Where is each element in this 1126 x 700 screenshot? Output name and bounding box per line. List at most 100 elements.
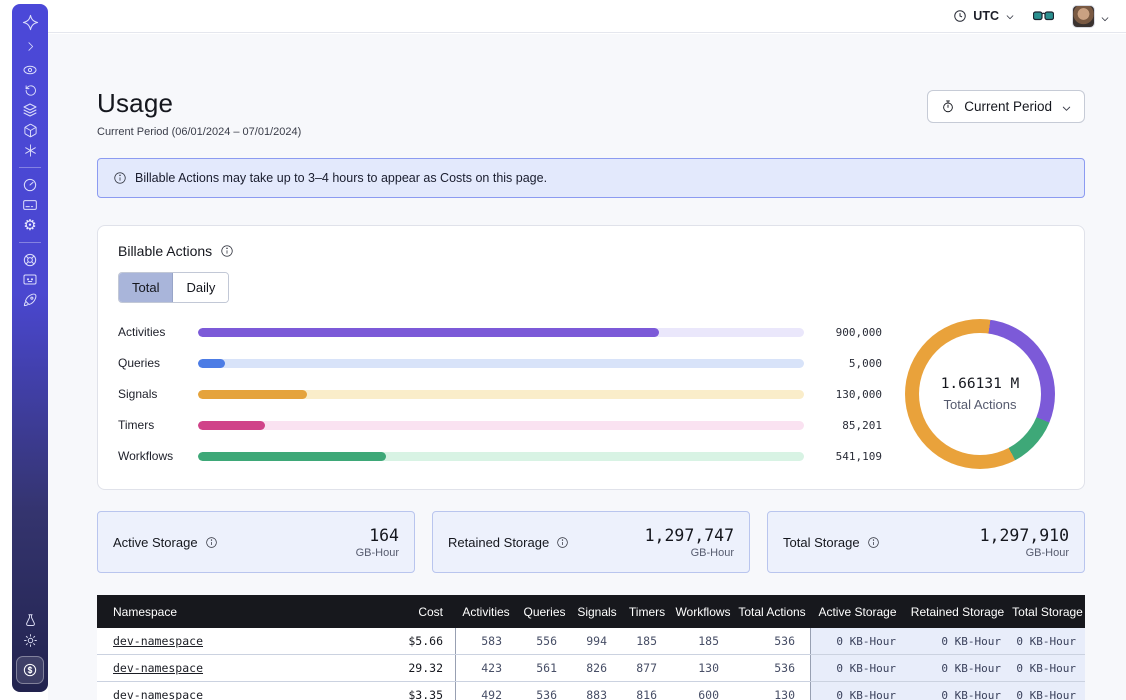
cell-workflows: 130 bbox=[672, 655, 734, 681]
settings-gear-icon[interactable]: ⚙ bbox=[19, 215, 41, 235]
col-header-active-storage: Active Storage bbox=[810, 595, 905, 628]
namespace-link[interactable]: dev-namespace bbox=[113, 661, 203, 675]
col-header-cost: Cost bbox=[358, 595, 455, 628]
period-dropdown-button[interactable]: Current Period bbox=[927, 90, 1085, 123]
bar-track bbox=[198, 421, 804, 430]
bar-fill bbox=[198, 359, 225, 368]
cell-total-storage: 0 KB-Hour bbox=[1010, 682, 1085, 700]
retained-storage-card: Retained Storage 1,297,747 GB-Hour bbox=[432, 511, 750, 573]
bar-fill bbox=[198, 328, 659, 337]
cell-queries: 561 bbox=[517, 655, 572, 681]
info-icon[interactable] bbox=[220, 244, 234, 258]
total-storage-value: 1,297,910 bbox=[980, 526, 1069, 545]
timezone-selector[interactable]: UTC bbox=[953, 9, 1015, 23]
bar-track bbox=[198, 452, 804, 461]
bar-value: 85,201 bbox=[818, 419, 882, 432]
cell-total-actions: 130 bbox=[734, 682, 810, 700]
glasses-icon[interactable] bbox=[1033, 10, 1054, 23]
bar-track bbox=[198, 359, 804, 368]
nexus-asterisk-icon[interactable] bbox=[19, 140, 41, 160]
cube-icon[interactable] bbox=[19, 120, 41, 140]
bar-label: Queries bbox=[118, 356, 184, 370]
bar-label: Workflows bbox=[118, 449, 184, 463]
banner-text: Billable Actions may take up to 3–4 hour… bbox=[135, 171, 547, 185]
bar-fill bbox=[198, 421, 265, 430]
bar-row-signals: Signals 130,000 bbox=[118, 387, 882, 401]
col-header-total-actions: Total Actions bbox=[734, 595, 810, 628]
tab-total[interactable]: Total bbox=[119, 273, 173, 302]
cell-retained-storage: 0 KB-Hour bbox=[905, 655, 1010, 681]
theme-sun-icon[interactable] bbox=[19, 630, 41, 650]
col-header-total-storage: Total Storage bbox=[1010, 595, 1085, 628]
costs-coin-button[interactable] bbox=[16, 656, 44, 684]
billing-card-icon[interactable] bbox=[19, 195, 41, 215]
sidebar-divider bbox=[19, 242, 41, 243]
rocket-icon[interactable] bbox=[19, 290, 41, 310]
cell-queries: 556 bbox=[517, 628, 572, 654]
info-icon[interactable] bbox=[556, 536, 569, 549]
cell-activities: 583 bbox=[455, 628, 517, 654]
total-daily-toggle: Total Daily bbox=[118, 272, 229, 303]
table-row: dev-namespace $5.66 583 556 994 185 185 … bbox=[97, 628, 1085, 655]
active-storage-value: 164 bbox=[356, 526, 399, 545]
retained-storage-value: 1,297,747 bbox=[645, 526, 734, 545]
table-row: dev-namespace 29.32 423 561 826 877 130 … bbox=[97, 655, 1085, 682]
support-lifebuoy-icon[interactable] bbox=[19, 250, 41, 270]
cell-queries: 536 bbox=[517, 682, 572, 700]
total-storage-card: Total Storage 1,297,910 GB-Hour bbox=[767, 511, 1085, 573]
info-icon[interactable] bbox=[867, 536, 880, 549]
main-content: Usage Current Period (06/01/2024 – 07/01… bbox=[48, 34, 1126, 700]
bar-fill bbox=[198, 452, 386, 461]
timezone-label: UTC bbox=[973, 9, 999, 23]
labs-flask-icon[interactable] bbox=[19, 610, 41, 630]
history-icon[interactable] bbox=[19, 80, 41, 100]
storage-unit: GB-Hour bbox=[356, 547, 399, 559]
sidebar-divider bbox=[19, 167, 41, 168]
active-storage-card: Active Storage 164 GB-Hour bbox=[97, 511, 415, 573]
namespace-link[interactable]: dev-namespace bbox=[113, 634, 203, 648]
total-storage-label: Total Storage bbox=[783, 535, 860, 550]
cell-total-actions: 536 bbox=[734, 655, 810, 681]
storage-cards: Active Storage 164 GB-Hour Retained Stor… bbox=[97, 511, 1085, 573]
bar-row-timers: Timers 85,201 bbox=[118, 418, 882, 432]
user-menu[interactable] bbox=[1072, 5, 1110, 28]
info-icon bbox=[113, 171, 127, 185]
col-header-activities: Activities bbox=[455, 595, 517, 628]
namespaces-eye-icon[interactable] bbox=[19, 60, 41, 80]
feedback-monitor-icon[interactable] bbox=[19, 270, 41, 290]
namespace-usage-table: Namespace Cost Activities Queries Signal… bbox=[97, 595, 1085, 700]
donut-total-value: 1.66131 M bbox=[941, 376, 1020, 392]
namespace-link[interactable]: dev-namespace bbox=[113, 688, 203, 700]
cell-active-storage: 0 KB-Hour bbox=[810, 655, 905, 681]
temporal-logo-icon[interactable] bbox=[19, 12, 41, 32]
sidebar: ⚙ bbox=[12, 4, 48, 692]
cell-total-actions: 536 bbox=[734, 628, 810, 654]
cell-retained-storage: 0 KB-Hour bbox=[905, 682, 1010, 700]
cell-total-storage: 0 KB-Hour bbox=[1010, 655, 1085, 681]
table-row: dev-namespace $3.35 492 536 883 816 600 … bbox=[97, 682, 1085, 700]
stopwatch-icon bbox=[941, 99, 955, 114]
billable-actions-title: Billable Actions bbox=[118, 243, 212, 259]
storage-unit: GB-Hour bbox=[980, 547, 1069, 559]
avatar bbox=[1072, 5, 1095, 28]
col-header-namespace: Namespace bbox=[97, 595, 358, 628]
period-button-label: Current Period bbox=[964, 99, 1052, 114]
layers-icon[interactable] bbox=[19, 100, 41, 120]
chevron-down-icon bbox=[1061, 102, 1071, 112]
bar-value: 541,109 bbox=[818, 450, 882, 463]
col-header-signals: Signals bbox=[572, 595, 622, 628]
col-header-timers: Timers bbox=[622, 595, 672, 628]
cell-signals: 994 bbox=[572, 628, 622, 654]
bar-track bbox=[198, 328, 804, 337]
clock-icon bbox=[953, 9, 967, 23]
cell-active-storage: 0 KB-Hour bbox=[810, 628, 905, 654]
info-banner: Billable Actions may take up to 3–4 hour… bbox=[97, 158, 1085, 198]
col-header-queries: Queries bbox=[517, 595, 572, 628]
cell-cost: 29.32 bbox=[358, 655, 455, 681]
usage-gauge-icon[interactable] bbox=[19, 175, 41, 195]
bar-label: Signals bbox=[118, 387, 184, 401]
expand-chevron-icon[interactable] bbox=[19, 36, 41, 56]
cell-cost: $5.66 bbox=[358, 628, 455, 654]
tab-daily[interactable]: Daily bbox=[173, 273, 228, 302]
info-icon[interactable] bbox=[205, 536, 218, 549]
